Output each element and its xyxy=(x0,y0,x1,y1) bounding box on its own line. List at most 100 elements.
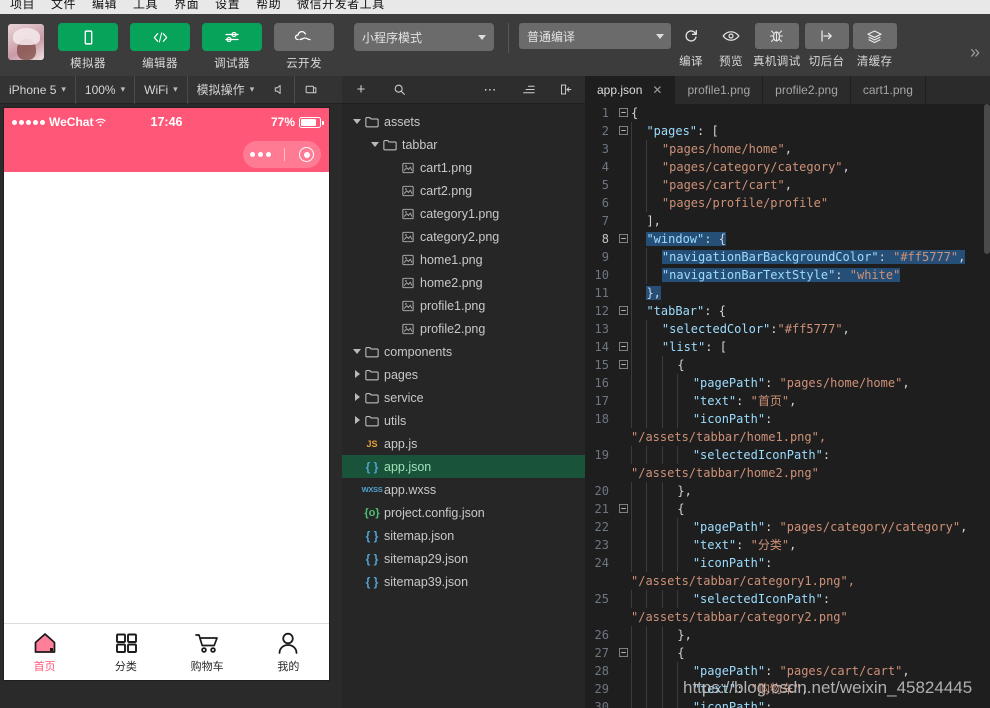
tabbar-item-2[interactable]: 购物车 xyxy=(167,631,248,674)
chevron-down-icon[interactable] xyxy=(352,116,363,127)
mode-select[interactable]: 小程序模式 xyxy=(354,23,494,51)
sort-icon[interactable] xyxy=(509,83,547,96)
close-target-icon[interactable] xyxy=(299,147,315,162)
file-tree-item-11[interactable]: pages xyxy=(342,363,585,386)
code-line-17: 17 "text": "首页", xyxy=(585,392,990,410)
file-tree-item-16[interactable]: WXSS app.wxss xyxy=(342,478,585,501)
file-tree-item-5[interactable]: category2.png xyxy=(342,225,585,248)
menu-item-0[interactable]: 项目 xyxy=(2,0,43,14)
tabbar-item-3[interactable]: 我的 xyxy=(248,631,329,674)
file-tree-item-13[interactable]: utils xyxy=(342,409,585,432)
file-tree-item-label: app.json xyxy=(384,459,432,474)
compile-select[interactable]: 普通编译 xyxy=(519,23,671,49)
device-select[interactable]: iPhone 5 ▾ xyxy=(0,75,76,104)
toolbar-button-1[interactable]: 编辑器 xyxy=(130,23,190,71)
chevron-right-icon[interactable] xyxy=(352,415,363,426)
image-file-icon xyxy=(399,231,417,243)
file-tree-item-3[interactable]: cart2.png xyxy=(342,179,585,202)
fold-toggle-icon[interactable] xyxy=(615,644,631,657)
close-icon[interactable]: ✕ xyxy=(652,83,662,97)
network-select[interactable]: WiFi ▾ xyxy=(135,75,188,104)
chevron-right-icon[interactable] xyxy=(352,392,363,403)
code-line-18: 18 "iconPath": "/assets/tabbar/home1.png"… xyxy=(585,410,990,446)
file-tree-item-10[interactable]: components xyxy=(342,340,585,363)
toolbar-button-3[interactable]: 云开发 xyxy=(274,23,334,71)
battery-percent: 77% xyxy=(270,115,295,129)
tabbar-item-1[interactable]: 分类 xyxy=(85,631,166,674)
file-tree-item-9[interactable]: profile2.png xyxy=(342,317,585,340)
toolbar-action-4[interactable]: 清缓存 xyxy=(852,23,897,69)
rotate-icon[interactable] xyxy=(294,75,327,104)
main-toolbar: 模拟器 编辑器 调试器 云开发 小程序模式 普通编译 编译 预览 真机调试 切后台 清缓存 » xyxy=(0,14,990,76)
file-tree-item-12[interactable]: service xyxy=(342,386,585,409)
chevron-right-icon[interactable] xyxy=(352,369,363,380)
file-tree-item-label: cart1.png xyxy=(420,160,473,175)
file-tree-item-18[interactable]: { } sitemap.json xyxy=(342,524,585,547)
toolbar-action-2[interactable]: 真机调试 xyxy=(753,23,801,69)
code-line-19: 19 "selectedIconPath": "/assets/tabbar/ho… xyxy=(585,446,990,482)
code-text: "selectedColor":"#ff5777", xyxy=(631,320,990,338)
toolbar-button-0[interactable]: 模拟器 xyxy=(58,23,118,71)
zoom-select[interactable]: 100% ▾ xyxy=(76,75,136,104)
menu-item-4[interactable]: 界面 xyxy=(166,0,207,14)
code-area[interactable]: 1{2 "pages": [3 "pages/home/home", 4 "pag… xyxy=(585,104,990,708)
fold-toggle-icon[interactable] xyxy=(615,338,631,351)
chevron-down-icon[interactable] xyxy=(352,346,363,357)
menu-item-6[interactable]: 帮助 xyxy=(248,0,289,14)
user-avatar[interactable] xyxy=(8,24,44,60)
line-number: 17 xyxy=(594,394,609,408)
file-tree-item-8[interactable]: profile1.png xyxy=(342,294,585,317)
fold-toggle-icon[interactable] xyxy=(615,356,631,369)
add-icon[interactable]: + xyxy=(342,81,380,98)
zoom-select-value: 100% xyxy=(84,82,116,97)
chevron-down-icon[interactable] xyxy=(370,139,381,150)
editor-scrollbar[interactable] xyxy=(984,104,990,708)
file-tree-item-7[interactable]: home2.png xyxy=(342,271,585,294)
menu-item-5[interactable]: 设置 xyxy=(207,0,248,14)
code-line-25: 25 "selectedIconPath": "/assets/tabbar/ca… xyxy=(585,590,990,626)
file-tree-item-15[interactable]: { } app.json xyxy=(342,455,585,478)
menu-item-1[interactable]: 文件 xyxy=(43,0,84,14)
file-tree-item-20[interactable]: { } sitemap39.json xyxy=(342,570,585,593)
toolbar-action-1[interactable]: 预览 xyxy=(713,23,749,69)
menu-item-7[interactable]: 微信开发者工具 xyxy=(289,0,393,14)
file-tree-item-14[interactable]: JS app.js xyxy=(342,432,585,455)
tabbar-item-0[interactable]: 首页 xyxy=(4,631,85,674)
tabbar-item-label: 分类 xyxy=(114,660,137,673)
more-dots-icon[interactable] xyxy=(249,152,271,157)
eye-icon xyxy=(713,23,749,49)
file-tree-item-2[interactable]: cart1.png xyxy=(342,156,585,179)
file-tree-item-6[interactable]: home1.png xyxy=(342,248,585,271)
fold-toggle-icon[interactable] xyxy=(615,104,631,117)
fold-toggle-icon[interactable] xyxy=(615,302,631,315)
file-tree-item-4[interactable]: category1.png xyxy=(342,202,585,225)
editor-tab-2[interactable]: profile2.png xyxy=(763,76,851,104)
more-icon[interactable]: ⋯ xyxy=(471,82,509,98)
toolbar-button-2[interactable]: 调试器 xyxy=(202,23,262,71)
bug-icon xyxy=(754,23,799,49)
editor-tab-3[interactable]: cart1.png xyxy=(851,76,926,104)
editor-tab-1[interactable]: profile1.png xyxy=(675,76,764,104)
editor-tab-0[interactable]: app.json ✕ xyxy=(585,76,676,104)
toolbar-action-3[interactable]: 切后台 xyxy=(804,23,849,69)
simulate-action-select[interactable]: 模拟操作 ▾ xyxy=(188,76,264,104)
line-number: 24 xyxy=(594,556,609,570)
file-tree-item-1[interactable]: tabbar xyxy=(342,133,585,156)
menu-item-3[interactable]: 工具 xyxy=(125,0,166,14)
toolbar-action-0[interactable]: 编译 xyxy=(673,23,709,69)
file-tree-item-17[interactable]: {o} project.config.json xyxy=(342,501,585,524)
file-tree-item-label: app.js xyxy=(384,436,418,451)
collapse-icon[interactable] xyxy=(547,83,585,96)
fold-toggle-icon[interactable] xyxy=(615,230,631,243)
capsule-button[interactable] xyxy=(243,141,321,168)
fold-toggle-icon[interactable] xyxy=(615,122,631,135)
search-icon[interactable] xyxy=(380,83,418,96)
volume-icon[interactable] xyxy=(263,76,294,104)
line-number: 19 xyxy=(594,448,609,462)
menu-item-2[interactable]: 编辑 xyxy=(84,0,125,14)
fold-toggle-icon[interactable] xyxy=(615,500,631,513)
file-tree-item-19[interactable]: { } sitemap29.json xyxy=(342,547,585,570)
line-number: 20 xyxy=(594,484,609,498)
toolbar-overflow-button[interactable]: » xyxy=(970,42,980,63)
file-tree-item-0[interactable]: assets xyxy=(342,110,585,133)
